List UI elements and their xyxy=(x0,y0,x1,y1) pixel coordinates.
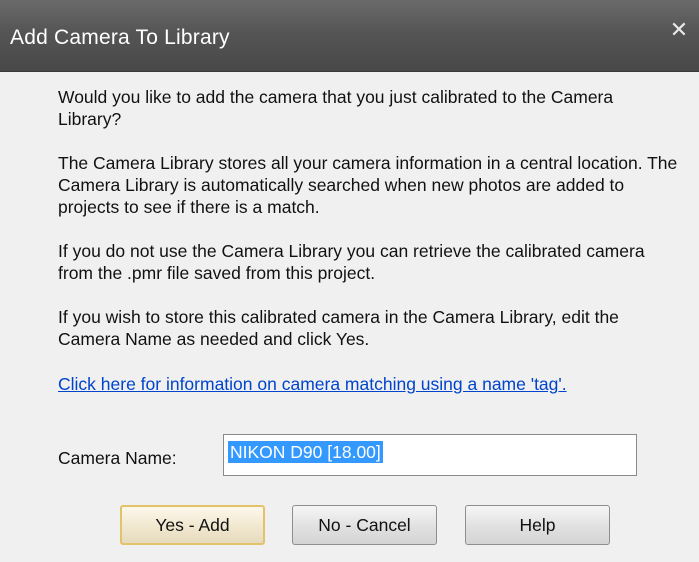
dialog-title: Add Camera To Library xyxy=(10,26,230,49)
camera-matching-info-link[interactable]: Click here for information on camera mat… xyxy=(58,373,567,395)
camera-name-input[interactable]: NIKON D90 [18.00] xyxy=(223,434,637,476)
camera-name-label: Camera Name: xyxy=(58,448,177,468)
store-instructions-paragraph: If you wish to store this calibrated cam… xyxy=(58,307,619,349)
title-bar: Add Camera To Library ✕ xyxy=(0,0,699,72)
yes-add-button[interactable]: Yes - Add xyxy=(120,505,265,545)
intro-paragraph: Would you like to add the camera that yo… xyxy=(58,87,614,129)
add-camera-dialog: Add Camera To Library ✕ Would you like t… xyxy=(0,0,699,562)
help-button[interactable]: Help xyxy=(465,505,610,545)
camera-name-value: NIKON D90 [18.00] xyxy=(228,441,383,463)
library-description-paragraph: The Camera Library stores all your camer… xyxy=(58,153,678,217)
pmr-file-paragraph: If you do not use the Camera Library you… xyxy=(58,241,645,283)
no-cancel-button[interactable]: No - Cancel xyxy=(292,505,437,545)
close-icon[interactable]: ✕ xyxy=(667,18,691,42)
